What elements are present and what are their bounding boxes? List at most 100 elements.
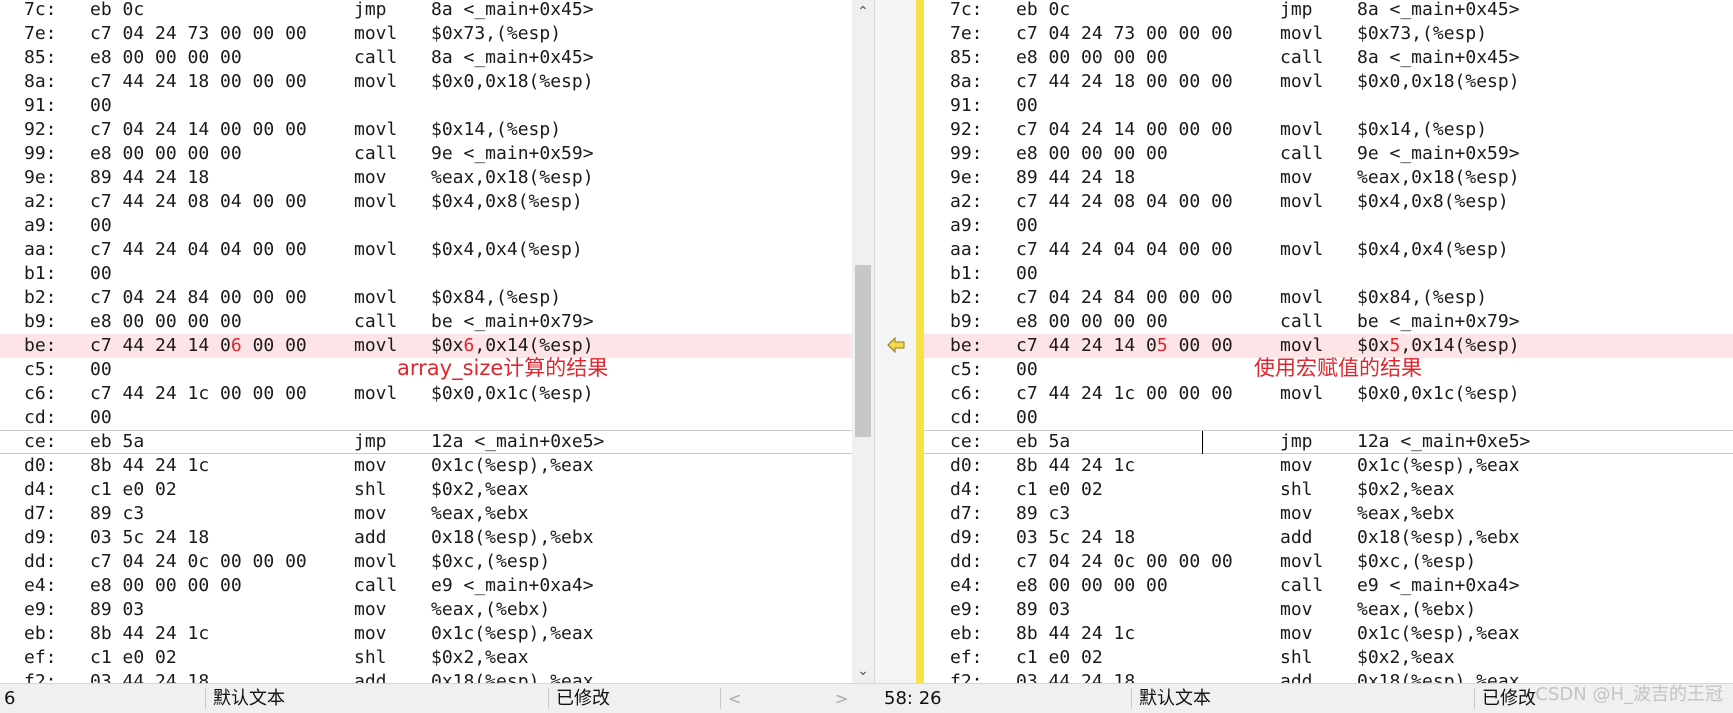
- code-line[interactable]: 91: 00: [924, 94, 1733, 118]
- code-line[interactable]: 7e: c7 04 24 73 00 00 00 movl $0x73,(%esp): [0, 22, 852, 46]
- mnemonic: movl: [354, 23, 398, 44]
- code-line[interactable]: d9: 03 5c 24 18 add 0x18(%esp),%ebx: [924, 526, 1733, 550]
- code-line[interactable]: cd: 00: [924, 406, 1733, 430]
- code-line[interactable]: ef: c1 e0 02 shl $0x2,%eax: [0, 646, 852, 670]
- code-line[interactable]: 92: c7 04 24 14 00 00 00 movl $0x14,(%esp): [0, 118, 852, 142]
- line-address: b2:: [24, 287, 57, 308]
- machine-bytes: c7 44 24 1c 00 00 00: [1016, 383, 1233, 404]
- code-line[interactable]: cd: 00: [0, 406, 852, 430]
- code-line[interactable]: 9e: 89 44 24 18 mov %eax,0x18(%esp): [924, 166, 1733, 190]
- operands: 12a <_main+0xe5>: [1357, 431, 1531, 452]
- mnemonic: mov: [354, 455, 387, 476]
- operands: 0x1c(%esp),%eax: [431, 623, 594, 644]
- mnemonic: call: [1280, 311, 1324, 332]
- code-line[interactable]: c6: c7 44 24 1c 00 00 00 movl $0x0,0x1c(%es…: [0, 382, 852, 406]
- code-line[interactable]: 9e: 89 44 24 18 mov %eax,0x18(%esp): [0, 166, 852, 190]
- code-line[interactable]: 85: e8 00 00 00 00 call 8a <_main+0x45>: [924, 46, 1733, 70]
- code-line[interactable]: ef: c1 e0 02 shl $0x2,%eax: [924, 646, 1733, 670]
- line-address: d7:: [24, 503, 57, 524]
- line-address: cd:: [950, 407, 983, 428]
- operands: 9e <_main+0x59>: [431, 143, 594, 164]
- code-line[interactable]: b1: 00: [924, 262, 1733, 286]
- line-address: ef:: [24, 647, 57, 668]
- line-address: a2:: [950, 191, 983, 212]
- code-line[interactable]: d0: 8b 44 24 1c mov 0x1c(%esp),%eax: [924, 454, 1733, 478]
- chevron-left-icon[interactable]: <: [728, 684, 741, 713]
- code-line[interactable]: d9: 03 5c 24 18 add 0x18(%esp),%ebx: [0, 526, 852, 550]
- mnemonic: add: [354, 527, 387, 548]
- code-line[interactable]: d4: c1 e0 02 shl $0x2,%eax: [0, 478, 852, 502]
- code-line[interactable]: a9: 00: [0, 214, 852, 238]
- code-line[interactable]: a2: c7 44 24 08 04 00 00 movl $0x4,0x8(%esp…: [0, 190, 852, 214]
- code-line[interactable]: a9: 00: [924, 214, 1733, 238]
- chevron-up-icon[interactable]: ⌃: [852, 0, 874, 24]
- code-line[interactable]: d7: 89 c3 mov %eax,%ebx: [924, 502, 1733, 526]
- encoding-label[interactable]: 默认文本: [1139, 684, 1211, 713]
- vertical-scrollbar[interactable]: ⌃ ⌄: [852, 0, 874, 683]
- line-address: b1:: [24, 263, 57, 284]
- code-line[interactable]: a2: c7 44 24 08 04 00 00 movl $0x4,0x8(%esp…: [924, 190, 1733, 214]
- code-line[interactable]: dd: c7 04 24 0c 00 00 00 movl $0xc,(%esp): [924, 550, 1733, 574]
- line-address: 92:: [24, 119, 57, 140]
- machine-bytes: 89 c3: [90, 503, 145, 524]
- code-line[interactable]: aa: c7 44 24 04 04 00 00 movl $0x4,0x4(%esp…: [924, 238, 1733, 262]
- mnemonic: mov: [1280, 455, 1313, 476]
- code-line[interactable]: 7c: eb 0c jmp 8a <_main+0x45>: [924, 0, 1733, 22]
- operands: 8a <_main+0x45>: [431, 0, 594, 20]
- arrow-left-icon[interactable]: [887, 337, 905, 353]
- code-line[interactable]: 91: 00: [0, 94, 852, 118]
- mnemonic: add: [1280, 527, 1313, 548]
- code-line[interactable]: e9: 89 03 mov %eax,(%ebx): [0, 598, 852, 622]
- operands: %eax,%ebx: [1357, 503, 1455, 524]
- operands-part: ,0x14(%esp): [1400, 335, 1520, 356]
- code-line[interactable]: d4: c1 e0 02 shl $0x2,%eax: [924, 478, 1733, 502]
- operands: $0x0,0x18(%esp): [431, 71, 594, 92]
- code-line[interactable]: dd: c7 04 24 0c 00 00 00 movl $0xc,(%esp): [0, 550, 852, 574]
- chevron-right-icon[interactable]: >: [835, 684, 848, 713]
- code-line[interactable]: 7c: eb 0c jmp 8a <_main+0x45>: [0, 0, 852, 22]
- code-line[interactable]: e4: e8 00 00 00 00 call e9 <_main+0xa4>: [0, 574, 852, 598]
- code-line[interactable]: 8a: c7 44 24 18 00 00 00 movl $0x0,0x18(%es…: [924, 70, 1733, 94]
- operands: 8a <_main+0x45>: [1357, 47, 1520, 68]
- scroll-thumb[interactable]: [855, 265, 871, 437]
- code-line[interactable]: ce: eb 5a jmp 12a <_main+0xe5>: [924, 430, 1733, 454]
- code-line[interactable]: e4: e8 00 00 00 00 call e9 <_main+0xa4>: [924, 574, 1733, 598]
- code-line[interactable]: b2: c7 04 24 84 00 00 00 movl $0x84,(%esp): [0, 286, 852, 310]
- right-code-pane[interactable]: 7c: eb 0c jmp 8a <_main+0x45> 7e: c7 04 24 73…: [924, 0, 1733, 683]
- code-line[interactable]: b9: e8 00 00 00 00 call be <_main+0x79>: [0, 310, 852, 334]
- code-line[interactable]: b2: c7 04 24 84 00 00 00 movl $0x84,(%esp): [924, 286, 1733, 310]
- encoding-label[interactable]: 默认文本: [213, 684, 285, 713]
- code-line[interactable]: eb: 8b 44 24 1c mov 0x1c(%esp),%eax: [924, 622, 1733, 646]
- machine-bytes: c7 04 24 73 00 00 00: [90, 23, 307, 44]
- machine-bytes-part: c7 44 24 14 0: [1016, 335, 1157, 356]
- code-line[interactable]: b1: 00: [0, 262, 852, 286]
- code-line[interactable]: aa: c7 44 24 04 04 00 00 movl $0x4,0x4(%esp…: [0, 238, 852, 262]
- code-line[interactable]: 99: e8 00 00 00 00 call 9e <_main+0x59>: [0, 142, 852, 166]
- machine-bytes: eb 0c: [90, 0, 145, 20]
- code-line[interactable]: 8a: c7 44 24 18 00 00 00 movl $0x0,0x18(%es…: [0, 70, 852, 94]
- diff-gutter: [874, 0, 917, 683]
- line-address: ef:: [950, 647, 983, 668]
- code-line[interactable]: b9: e8 00 00 00 00 call be <_main+0x79>: [924, 310, 1733, 334]
- code-line[interactable]: 85: e8 00 00 00 00 call 8a <_main+0x45>: [0, 46, 852, 70]
- operands: 8a <_main+0x45>: [431, 47, 594, 68]
- chevron-down-icon[interactable]: ⌄: [852, 659, 874, 683]
- mnemonic: mov: [354, 503, 387, 524]
- code-line[interactable]: d0: 8b 44 24 1c mov 0x1c(%esp),%eax: [0, 454, 852, 478]
- code-line[interactable]: 99: e8 00 00 00 00 call 9e <_main+0x59>: [924, 142, 1733, 166]
- code-line[interactable]: f2: 03 44 24 18 add 0x18(%esp),%eax: [0, 670, 852, 683]
- mnemonic: mov: [354, 623, 387, 644]
- left-code-pane[interactable]: 7c: eb 0c jmp 8a <_main+0x45> 7e: c7 04 24 73…: [0, 0, 852, 683]
- diff-char: 6: [463, 335, 475, 356]
- machine-bytes: c7 04 24 84 00 00 00: [90, 287, 307, 308]
- code-line[interactable]: d7: 89 c3 mov %eax,%ebx: [0, 502, 852, 526]
- line-address: d0:: [950, 455, 983, 476]
- code-line[interactable]: e9: 89 03 mov %eax,(%ebx): [924, 598, 1733, 622]
- code-line[interactable]: 7e: c7 04 24 73 00 00 00 movl $0x73,(%esp): [924, 22, 1733, 46]
- code-line[interactable]: eb: 8b 44 24 1c mov 0x1c(%esp),%eax: [0, 622, 852, 646]
- code-line[interactable]: c6: c7 44 24 1c 00 00 00 movl $0x0,0x1c(%es…: [924, 382, 1733, 406]
- code-line[interactable]: 92: c7 04 24 14 00 00 00 movl $0x14,(%esp): [924, 118, 1733, 142]
- machine-bytes: 03 5c 24 18: [1016, 527, 1136, 548]
- code-line[interactable]: ce: eb 5a jmp 12a <_main+0xe5>: [0, 430, 852, 454]
- mnemonic: movl: [1280, 551, 1324, 572]
